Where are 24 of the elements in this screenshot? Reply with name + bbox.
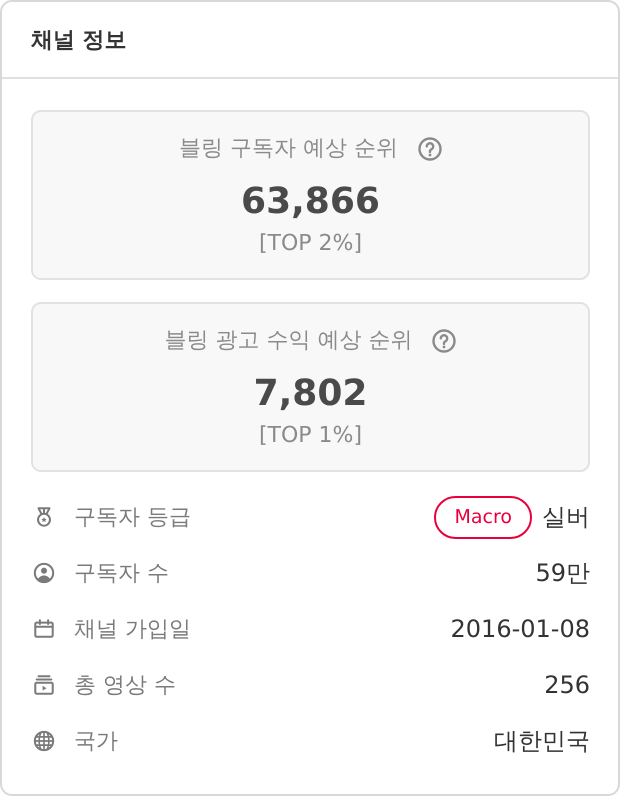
user-circle-icon — [33, 562, 55, 584]
calendar-icon — [33, 618, 55, 640]
detail-value: 대한민국 — [494, 726, 590, 757]
tier-badge: Macro — [434, 496, 532, 538]
video-library-icon — [33, 674, 55, 696]
ranking-percentile: [TOP 2%] — [258, 230, 362, 258]
ranking-value: 7,802 — [254, 372, 368, 416]
ranking-label: 블링 광고 수익 예상 순위 — [164, 327, 412, 355]
globe-icon — [33, 730, 55, 752]
detail-label: 국가 — [74, 728, 118, 756]
help-icon[interactable] — [432, 329, 456, 353]
panel-title: 채널 정보 — [31, 26, 127, 54]
detail-value: 59만 — [535, 558, 590, 589]
detail-label: 총 영상 수 — [74, 672, 176, 700]
detail-value: 실버 — [542, 502, 590, 533]
detail-label: 구독자 수 — [74, 560, 169, 588]
detail-label: 채널 가입일 — [74, 616, 191, 644]
ranking-percentile: [TOP 1%] — [258, 422, 362, 450]
detail-value: 256 — [544, 671, 590, 699]
ranking-value: 63,866 — [241, 180, 380, 224]
help-icon[interactable] — [418, 137, 442, 161]
detail-value: 2016-01-08 — [450, 615, 590, 643]
ranking-label: 블링 구독자 예상 순위 — [179, 135, 398, 163]
detail-label: 구독자 등급 — [74, 504, 191, 532]
